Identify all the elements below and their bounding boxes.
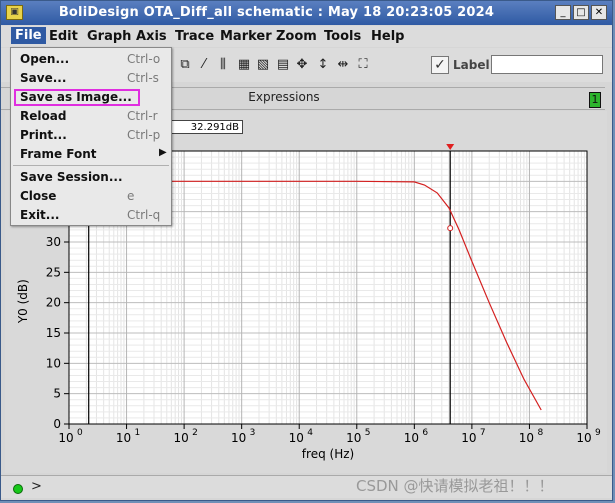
zoom-area-icon[interactable]: ▧ (255, 57, 271, 73)
menu-item-open[interactable]: Open... Ctrl-o (11, 50, 171, 69)
label-checkbox[interactable]: ✓ (431, 56, 449, 74)
x-tick-label: 10 (173, 431, 188, 445)
x-tick-label: 10 (461, 431, 476, 445)
label-text: Label (453, 58, 490, 72)
x-tick-exponent: 0 (77, 428, 83, 438)
x-tick-exponent: 5 (365, 428, 371, 438)
x-tick-label: 10 (58, 431, 73, 445)
x-axis-label: freq (Hz) (302, 447, 354, 461)
minimize-button[interactable]: _ (555, 5, 571, 20)
menu-bar: File Edit Graph Axis Trace Marker Zoom T… (1, 26, 612, 47)
submenu-arrow-icon: ▶ (159, 147, 167, 158)
zoom-x-icon[interactable]: ⇹ (335, 57, 351, 73)
app-window: ▣ BoliDesign OTA_Diff_all schematic : Ma… (0, 0, 613, 501)
menu-trace[interactable]: Trace (175, 29, 214, 44)
menu-graph[interactable]: Graph (87, 29, 131, 44)
x-tick-exponent: 9 (595, 428, 601, 438)
y-tick-label: 0 (53, 417, 61, 431)
marker-readout: 32.291dB (169, 120, 243, 134)
menu-item-label: Reload (20, 109, 67, 123)
shortcut-label: Ctrl-o (127, 52, 161, 66)
menu-item-print[interactable]: Print... Ctrl-p (11, 126, 171, 145)
menu-zoom[interactable]: Zoom (276, 29, 317, 44)
status-indicator-icon (13, 484, 23, 494)
x-tick-exponent: 3 (250, 428, 256, 438)
x-tick-label: 10 (576, 431, 591, 445)
y-tick-label: 15 (46, 326, 61, 340)
zoom-fit-icon[interactable]: ▦ (236, 57, 252, 73)
menu-item-close[interactable]: Close e (11, 187, 171, 206)
watermark-text: CSDN @快请模拟老祖！！！ (356, 477, 554, 495)
close-button[interactable]: ✕ (591, 5, 607, 20)
maximize-button[interactable]: □ (573, 5, 589, 20)
file-menu-dropdown: Open... Ctrl-o Save... Ctrl-s Save as Im… (10, 47, 172, 226)
y-tick-label: 30 (46, 235, 61, 249)
menu-axis[interactable]: Axis (136, 29, 167, 44)
menu-item-label: Save... (20, 71, 67, 85)
menu-item-save-session[interactable]: Save Session... (11, 168, 171, 187)
window-title: BoliDesign OTA_Diff_all schematic : May … (58, 5, 495, 20)
menu-item-save[interactable]: Save... Ctrl-s (11, 69, 171, 88)
x-tick-exponent: 4 (307, 428, 313, 438)
label-input[interactable] (491, 55, 603, 74)
y-tick-label: 10 (46, 356, 61, 370)
y-tick-label: 20 (46, 296, 61, 310)
x-tick-exponent: 8 (537, 428, 543, 438)
x-tick-label: 10 (116, 431, 131, 445)
command-prompt[interactable]: > (31, 479, 42, 494)
marker-point (447, 225, 454, 232)
x-tick-exponent: 2 (192, 428, 198, 438)
x-tick-label: 10 (346, 431, 361, 445)
menu-edit[interactable]: Edit (49, 29, 78, 44)
x-tick-label: 10 (404, 431, 419, 445)
x-tick-exponent: 6 (422, 428, 428, 438)
shortcut-label: Ctrl-p (127, 128, 161, 142)
new-window-icon[interactable]: ⧉ (177, 57, 193, 73)
zoom-in-icon[interactable]: ✥ (294, 57, 310, 73)
menu-marker[interactable]: Marker (220, 29, 272, 44)
menu-item-label: Exit... (20, 208, 60, 222)
expression-count-badge[interactable]: 1 (589, 92, 601, 108)
menu-tools[interactable]: Tools (324, 29, 361, 44)
x-tick-exponent: 7 (480, 428, 486, 438)
menu-item-label: Save Session... (20, 170, 123, 184)
shortcut-label: Ctrl-s (127, 71, 159, 85)
menu-help[interactable]: Help (371, 29, 404, 44)
trace-split-icon[interactable]: ⁄ (196, 57, 212, 73)
x-tick-label: 10 (289, 431, 304, 445)
shortcut-label: Ctrl-r (127, 109, 158, 123)
menu-separator (13, 165, 169, 166)
menu-item-label: Print... (20, 128, 67, 142)
menu-item-frame-font[interactable]: Frame Font ▶ (11, 145, 171, 164)
menu-item-label: Frame Font (20, 147, 97, 161)
menu-item-label: Close (20, 189, 57, 203)
x-tick-label: 10 (231, 431, 246, 445)
shortcut-label: Ctrl-q (127, 208, 161, 222)
highlight-box (14, 89, 140, 106)
x-tick-exponent: 1 (135, 428, 141, 438)
x-tick-label: 10 (519, 431, 534, 445)
menu-item-exit[interactable]: Exit... Ctrl-q (11, 206, 171, 225)
shortcut-label: e (127, 189, 135, 203)
fit-all-icon[interactable]: ⛶ (355, 57, 371, 73)
y-axis-label: Y0 (dB) (16, 279, 30, 324)
calculator-icon[interactable]: ▤ (275, 57, 291, 73)
menu-file[interactable]: File (11, 27, 46, 44)
menu-item-reload[interactable]: Reload Ctrl-r (11, 107, 171, 126)
title-bar[interactable]: ▣ BoliDesign OTA_Diff_all schematic : Ma… (1, 1, 612, 25)
y-tick-label: 25 (46, 265, 61, 279)
y-tick-label: 5 (53, 387, 61, 401)
menu-item-label: Open... (20, 52, 70, 66)
marker-triangle (446, 144, 455, 150)
zoom-y-icon[interactable]: ↕ (315, 57, 331, 73)
strip-icon[interactable]: ⫼ (215, 57, 231, 73)
